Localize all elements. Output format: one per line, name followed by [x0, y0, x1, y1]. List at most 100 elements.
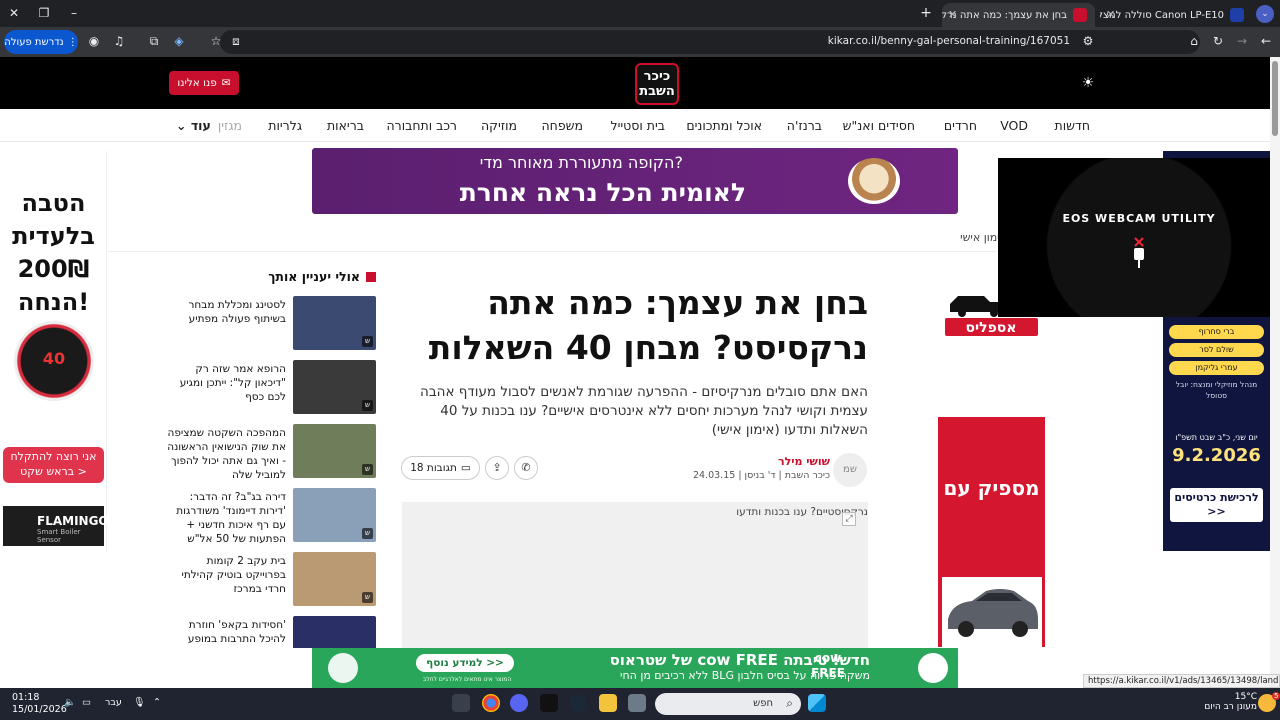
minimize-window-icon[interactable]: –	[66, 6, 82, 20]
back-icon[interactable]: ←	[1258, 34, 1274, 48]
epic-games-app-icon[interactable]	[540, 694, 558, 712]
recommended-item[interactable]: ש לסטינג ומכללת מבחר בשיתוף פעולה מפתיע	[170, 296, 376, 350]
tray-chevron-icon[interactable]: ⌃	[153, 697, 161, 708]
webcam-utility-window[interactable]: EOS WEBCAM UTILITY	[998, 158, 1280, 317]
envelope-icon: ✉	[221, 77, 231, 89]
tab-close-icon[interactable]: ✕	[948, 8, 957, 21]
address-bar[interactable]: ☆ ⧈ kikar.co.il/benny-gal-personal-train…	[211, 30, 1200, 54]
steam-app-icon[interactable]	[569, 694, 587, 712]
forward-icon[interactable]: →	[1234, 34, 1250, 48]
share-icon: ⇪	[492, 461, 502, 474]
tab-title: בחן את עצמך: כמה אתה נרקסיסט?	[942, 9, 1067, 21]
recommended-thumbnail: ש	[293, 296, 376, 350]
close-window-icon[interactable]: ✕	[6, 6, 22, 20]
nav-item-magazine[interactable]: מגזין	[218, 118, 242, 133]
extensions-icon[interactable]: ⧉	[146, 34, 162, 49]
nav-item-branja[interactable]: ברנז'ה	[787, 118, 822, 133]
recommended-text: הרופא אמר שזה רק "דיכאון קל": ייתכן ומגי…	[179, 363, 286, 403]
bookmark-star-icon[interactable]: ☆	[208, 34, 224, 48]
recommended-thumbnail: ש	[293, 360, 376, 414]
recommended-item[interactable]: ש דירה בג"ב? זה הדבר: 'דירות דיימונד' מש…	[170, 488, 376, 545]
nav-item-news[interactable]: חדשות	[1055, 118, 1090, 133]
nav-item-vehicles[interactable]: רכב ותחבורה	[386, 118, 457, 133]
microphone-icon[interactable]: 🎙	[133, 697, 145, 708]
recommended-item[interactable]: ש המהפכה השקטה שמציפה את שוק הנישואין הר…	[167, 424, 376, 481]
site-logo[interactable]: כיכר השבת	[635, 63, 679, 105]
chevron-down-icon: ⌄	[176, 118, 191, 133]
nav-item-galleries[interactable]: גלריות	[268, 118, 302, 133]
left-ad-headline: הטבה בלעדית 200₪ הנחה!	[12, 189, 95, 316]
recommended-title: אולי יעניין אותך	[268, 269, 360, 284]
tab-close-icon[interactable]: ✕	[1106, 8, 1115, 21]
nav-item-vod[interactable]: VOD	[1000, 118, 1028, 133]
language-indicator[interactable]: עבר	[105, 697, 122, 708]
network-icon[interactable]: ▭	[82, 697, 91, 708]
status-bar-url: https://a.kikar.co.il/v1/ads/13465/13498…	[1083, 674, 1280, 688]
share-button[interactable]: ⇪	[485, 456, 509, 480]
nav-item-food[interactable]: אוכל ומתכונים	[686, 118, 762, 133]
site-settings-icon[interactable]: ⚙	[1080, 34, 1096, 48]
scrollbar-thumb[interactable]	[1272, 61, 1278, 136]
tab-canon[interactable]: Canon LP-E10 סוללה למצלמה ✕	[1100, 3, 1252, 27]
page-scrollbar[interactable]	[1270, 57, 1280, 688]
brand-seal-left	[328, 653, 358, 683]
weather-widget[interactable]: 15°C מעונן רב היום	[1195, 692, 1257, 712]
recommended-item[interactable]: 'חסידות בקאפ' חוזרת להיכל התרבות במופע ה…	[170, 616, 376, 648]
tab-favicon-kikar	[1073, 8, 1087, 22]
car-ad[interactable]: מספיק עם	[938, 417, 1045, 647]
coffee-cup-image	[848, 158, 900, 204]
media-control-icon[interactable]: ♫	[111, 34, 127, 48]
tab-active[interactable]: בחן את עצמך: כמה אתה נרקסיסט? ✕	[942, 3, 1095, 27]
left-ad-cta-button[interactable]: אני רוצה להתקלח בראש שקט >	[3, 447, 104, 483]
left-side-ad[interactable]: הטבה בלעדית 200₪ הנחה! 40 אני רוצה להתקל…	[0, 151, 109, 551]
article-title: בחן את עצמך: כמה אתה נרקסיסט? מבחן 40 הש…	[428, 283, 868, 367]
obs-app-icon[interactable]	[452, 694, 470, 712]
volume-icon[interactable]: 🔈	[64, 697, 76, 708]
nav-item-haredim[interactable]: חרדים	[944, 118, 977, 133]
nav-item-home-style[interactable]: בית וסטייל	[610, 118, 665, 133]
task-view-icon[interactable]	[628, 694, 646, 712]
discord-app-icon[interactable]	[510, 694, 528, 712]
nav-item-music[interactable]: מוזיקה	[481, 118, 517, 133]
nav-item-health[interactable]: בריאות	[327, 118, 364, 133]
boiler-dial-image: 40	[14, 321, 94, 401]
flamingo-logo: FLAMINGO Smart Boiler Sensor	[3, 506, 109, 546]
taskbar-search[interactable]: חפש ⌕	[655, 693, 801, 715]
expand-icon[interactable]: ⤢	[842, 512, 856, 526]
top-banner-ad[interactable]: הקופה מתעוררת מאוחר מדי? לאומית הכל נראה…	[312, 148, 958, 214]
nav-item-hasidim[interactable]: חסידים ואנ"ש	[843, 118, 915, 133]
install-app-icon[interactable]: ⧈	[228, 34, 244, 49]
article-meta: כיכר השבת | ד' בניסן | 24.03.15	[692, 470, 830, 481]
action-required-button[interactable]: נדרשת פעולה ⋮	[4, 30, 78, 54]
notification-badge: 5	[1272, 692, 1280, 700]
author-name[interactable]: שושי מילר	[730, 455, 830, 468]
sun-icon[interactable]: ☀	[1080, 75, 1096, 91]
recommended-item[interactable]: ש בית עקב 2 קומות בפרוייקט בוטיק קהילתי …	[170, 552, 376, 606]
profile-avatar-icon[interactable]: ◉	[86, 34, 102, 48]
whatsapp-share-button[interactable]: ✆	[514, 456, 538, 480]
extension-shield-icon[interactable]: ◈	[171, 34, 187, 48]
chrome-app-icon[interactable]	[482, 694, 500, 712]
author-avatar[interactable]: שמ	[833, 453, 867, 487]
home-icon[interactable]: ⌂	[1186, 34, 1202, 48]
windows-taskbar: 01:18 15/01/2026 🔈 ▭ עבר 🎙 ⌃ חפש ⌕ 15°C …	[0, 688, 1280, 720]
restore-window-icon[interactable]: ❐	[36, 6, 52, 20]
new-tab-icon[interactable]: +	[918, 5, 934, 21]
nav-item-family[interactable]: משפחה	[542, 118, 584, 133]
nav-more-button[interactable]: ⌄ עוד	[176, 118, 211, 133]
site-header: פנו אלינו ✉ כיכר השבת ☀	[0, 57, 1280, 109]
tab-search-icon[interactable]: ⌄	[1256, 5, 1274, 23]
bottom-banner-ad[interactable]: למידע נוסף >> המוצר אינו מתאים לאלרגיים …	[312, 648, 958, 688]
allergy-note: המוצר אינו מתאים לאלרגיים לחלב	[422, 676, 512, 683]
recommended-item[interactable]: ש הרופא אמר שזה רק "דיכאון קל": ייתכן ומ…	[170, 360, 376, 414]
taskbar-clock[interactable]: 01:18 15/01/2026	[12, 692, 67, 716]
contact-us-button[interactable]: פנו אלינו ✉	[169, 71, 239, 95]
windows-start-icon[interactable]	[808, 694, 826, 712]
article-image[interactable]: נרקסיסטיים? ענו בכנות ותדעו ⤢	[402, 502, 868, 648]
recommended-text: לסטינג ומכללת מבחר בשיתוף פעולה מפתיע	[188, 299, 286, 325]
comments-button[interactable]: 18 תגובות ▭	[401, 456, 480, 480]
more-info-button[interactable]: למידע נוסף >>	[416, 654, 514, 672]
reload-icon[interactable]: ↻	[1210, 34, 1226, 48]
file-explorer-icon[interactable]	[599, 694, 617, 712]
buy-tickets-button[interactable]: לרכישת כרטיסים >>	[1170, 488, 1263, 522]
